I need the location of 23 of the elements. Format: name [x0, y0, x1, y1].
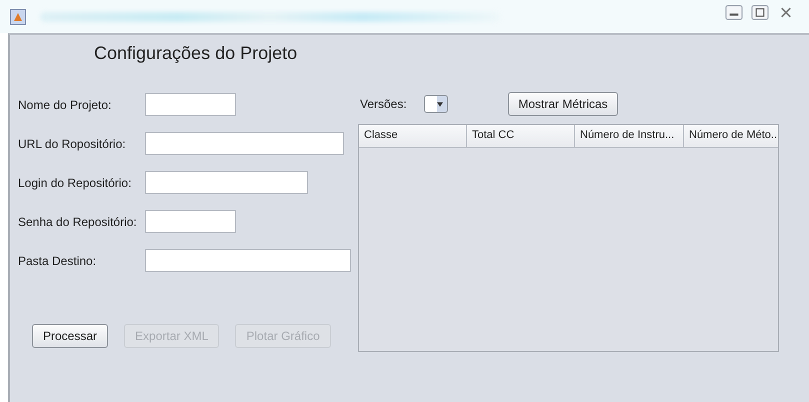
- versions-dropdown[interactable]: [424, 95, 448, 113]
- app-icon: [10, 8, 26, 24]
- input-field[interactable]: [145, 249, 351, 272]
- input-field[interactable]: [145, 93, 236, 116]
- form-title: Configurações do Projeto: [94, 43, 298, 65]
- input-field[interactable]: [145, 171, 308, 194]
- show-metrics-button[interactable]: Mostrar Métricas: [508, 92, 618, 116]
- dropdown-arrow-icon: [437, 102, 443, 106]
- input-field[interactable]: [145, 210, 236, 233]
- maximize-icon[interactable]: [751, 5, 769, 20]
- column-header[interactable]: Total CC: [467, 125, 575, 147]
- versions-label: Versões:: [360, 97, 408, 111]
- minimize-icon[interactable]: [725, 5, 743, 20]
- column-header[interactable]: Número de Instru...: [575, 125, 684, 147]
- column-header[interactable]: Classe: [359, 125, 467, 147]
- field-label: URL do Ropositório:: [18, 136, 127, 150]
- input-field[interactable]: [145, 132, 344, 155]
- field-label: Nome do Projeto:: [18, 98, 112, 112]
- action-button[interactable]: Processar: [32, 324, 108, 348]
- field-label: Login do Repositório:: [18, 176, 132, 190]
- field-label: Senha do Repositório:: [18, 214, 138, 228]
- field-label: Pasta Destino:: [18, 254, 98, 268]
- column-header[interactable]: Número de Méto...: [684, 125, 778, 147]
